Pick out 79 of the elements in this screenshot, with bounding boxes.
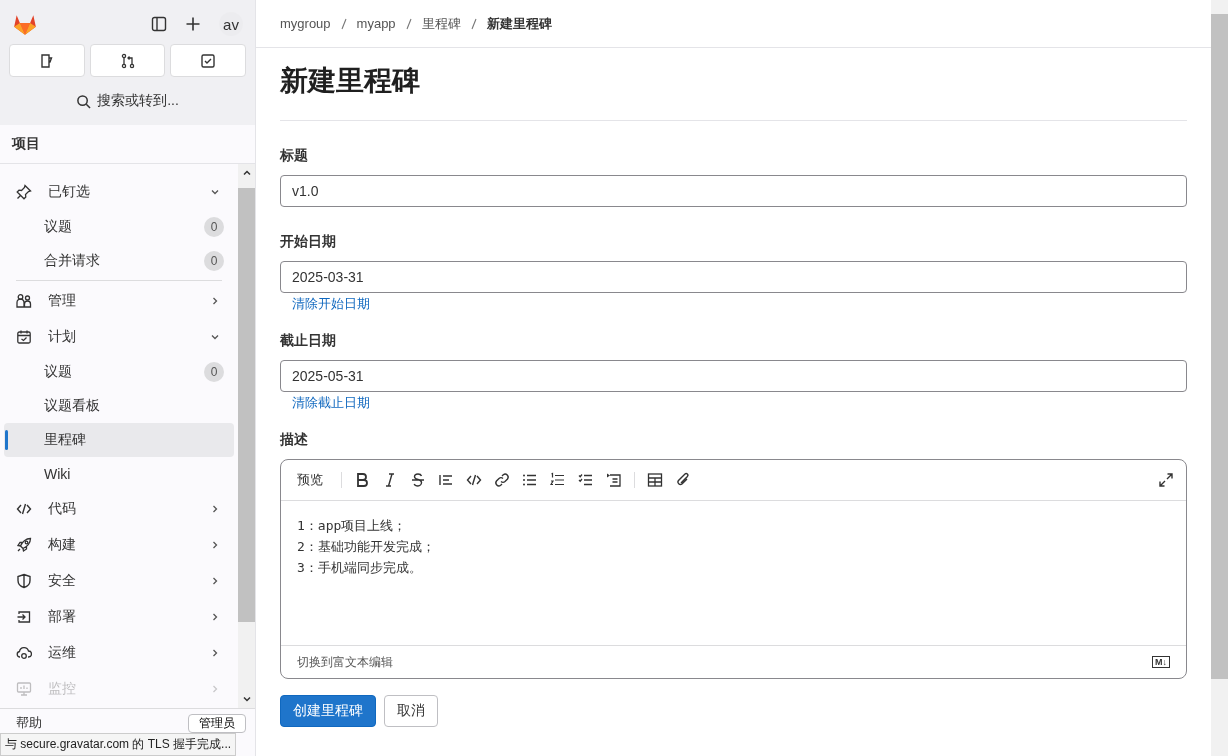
calendar-icon: [16, 329, 32, 345]
merge-requests-button[interactable]: [89, 44, 166, 77]
fullscreen-icon[interactable]: [1158, 472, 1174, 488]
nav-group[interactable]: 计划: [4, 319, 234, 355]
rich-text-switch-link[interactable]: 切换到富文本编辑: [297, 653, 393, 671]
nav-group[interactable]: 管理: [4, 283, 234, 319]
checkbox-icon: [200, 52, 217, 69]
help-link[interactable]: 帮助: [16, 714, 42, 732]
clear-date-link[interactable]: 清除截止日期: [292, 395, 370, 410]
text-field[interactable]: v1.0: [280, 175, 1187, 207]
nav-item[interactable]: 议题看板: [4, 389, 234, 423]
pin-icon: [16, 184, 32, 200]
scroll-up-icon: [241, 168, 252, 178]
admin-button[interactable]: 管理员: [188, 713, 246, 733]
nav-item[interactable]: 合并请求 0: [4, 244, 234, 278]
status-bar: 与 secure.gravatar.com 的 TLS 握手完成...: [0, 733, 237, 756]
markdown-badge: M↓: [1152, 656, 1170, 668]
count-badge: 0: [204, 217, 224, 237]
issues-button[interactable]: [9, 44, 85, 77]
nav-item[interactable]: 里程碑: [4, 423, 234, 457]
search-button[interactable]: 搜索或转到...: [0, 85, 255, 125]
count-badge: 0: [204, 362, 224, 382]
nav-group[interactable]: 已钉选: [4, 174, 234, 210]
text-field[interactable]: 2025-05-31: [280, 360, 1187, 392]
clear-date-link[interactable]: 清除开始日期: [292, 296, 370, 311]
scrollbar[interactable]: [238, 164, 255, 708]
breadcrumb-link[interactable]: 新建里程碑: [486, 14, 552, 33]
link-icon[interactable]: [494, 472, 510, 488]
nav-item[interactable]: Wiki: [4, 457, 234, 491]
search-icon: [76, 93, 92, 109]
field-label: 标题: [280, 147, 309, 165]
preview-tab[interactable]: 预览: [291, 471, 329, 489]
scroll-down-icon: [241, 694, 252, 704]
code-icon[interactable]: [466, 472, 482, 488]
cloud-icon: [16, 645, 32, 661]
issue-icon: [38, 52, 55, 69]
paperclip-icon[interactable]: [675, 472, 691, 488]
bold-icon[interactable]: [354, 472, 370, 488]
breadcrumb-separator-icon: [340, 17, 347, 30]
breadcrumb-link[interactable]: myapp: [356, 16, 396, 31]
numbered-list-icon[interactable]: [550, 472, 566, 488]
user-avatar[interactable]: av: [219, 12, 243, 36]
field-label: 开始日期: [280, 233, 337, 251]
cancel-button[interactable]: 取消: [384, 695, 438, 727]
page-scrollbar[interactable]: [1211, 0, 1228, 756]
nav-group[interactable]: 代码: [4, 491, 234, 527]
page-title: 新建里程碑: [280, 64, 421, 98]
nav-group[interactable]: 运维: [4, 635, 234, 671]
breadcrumb-link[interactable]: 里程碑: [421, 14, 461, 33]
bullet-list-icon[interactable]: [522, 472, 538, 488]
monitor-icon: [16, 681, 32, 697]
rocket-icon: [16, 537, 32, 553]
deploy-icon: [16, 609, 32, 625]
text-field[interactable]: 2025-03-31: [280, 261, 1187, 293]
nav-group[interactable]: 安全: [4, 563, 234, 599]
quote-icon[interactable]: [438, 472, 454, 488]
shield-icon: [16, 573, 32, 589]
nav-item[interactable]: 议题 0: [4, 355, 234, 389]
nav-group[interactable]: 构建: [4, 527, 234, 563]
plus-icon[interactable]: [185, 16, 201, 32]
users-icon: [16, 293, 32, 309]
breadcrumb-link[interactable]: mygroup: [280, 16, 331, 31]
code-icon: [16, 501, 32, 517]
count-badge: 0: [204, 251, 224, 271]
strikethrough-icon[interactable]: [410, 472, 426, 488]
field-label: 截止日期: [280, 332, 337, 350]
create-milestone-button[interactable]: 创建里程碑: [280, 695, 376, 727]
collapsible-section-icon[interactable]: [606, 472, 622, 488]
merge-request-icon: [119, 52, 136, 69]
nav-item[interactable]: 议题 0: [4, 210, 234, 244]
breadcrumb-separator-icon: [405, 17, 412, 30]
field-label: 描述: [280, 431, 309, 449]
breadcrumb-separator-icon: [470, 17, 477, 30]
task-list-icon[interactable]: [578, 472, 594, 488]
nav-group[interactable]: 部署: [4, 599, 234, 635]
table-icon[interactable]: [647, 472, 663, 488]
sidebar-toggle-icon[interactable]: [151, 16, 167, 32]
description-text-area[interactable]: 1：app项目上线； 2：基础功能开发完成； 3：手机端同步完成。: [281, 501, 1186, 645]
todo-button[interactable]: [170, 44, 246, 77]
